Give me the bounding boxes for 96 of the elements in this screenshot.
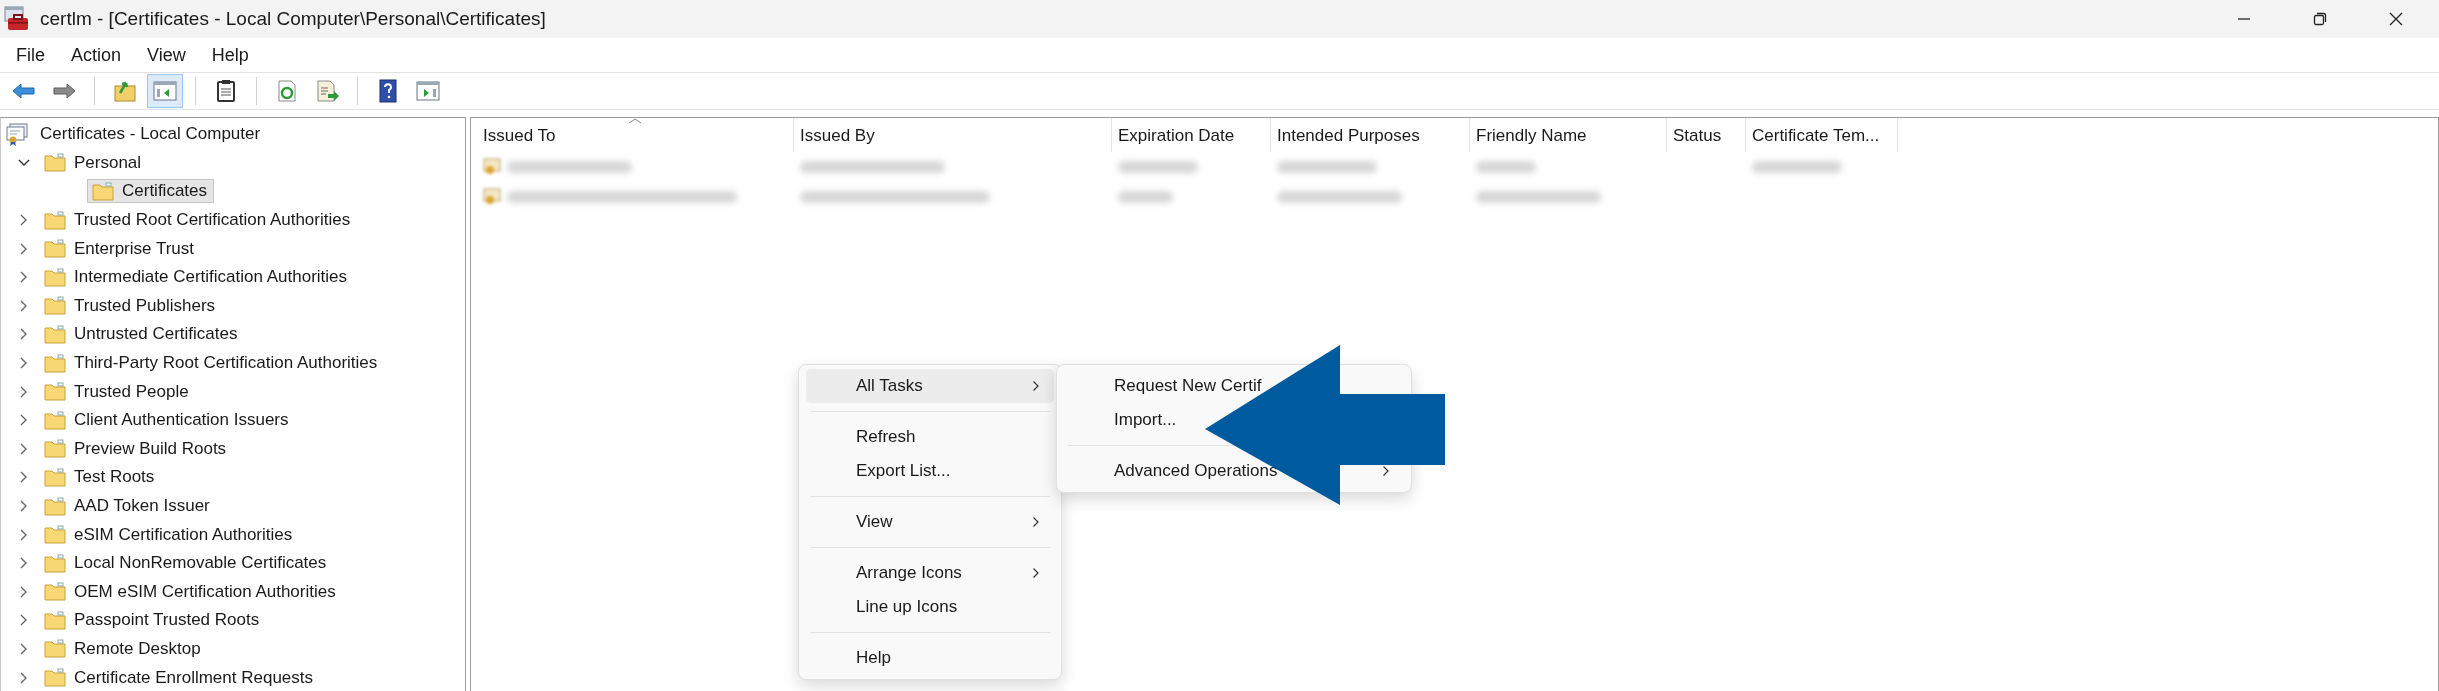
chevron-right-icon[interactable] (19, 241, 29, 256)
chevron-right-icon (1032, 567, 1040, 579)
menu-item[interactable]: Help (211, 44, 249, 66)
tree-item[interactable]: Client Authentication Issuers (39, 408, 296, 433)
redacted-text (1118, 191, 1173, 203)
folder-icon (44, 353, 66, 373)
folder-icon (44, 267, 66, 287)
folder-icon (44, 553, 66, 573)
certificate-icon (483, 158, 503, 176)
menu-item[interactable]: Help (806, 641, 1054, 675)
chevron-right-icon[interactable] (19, 413, 29, 428)
chevron-right-icon[interactable] (19, 527, 29, 542)
menu-item[interactable]: Import... (1064, 403, 1181, 437)
menu-item[interactable]: Action (71, 44, 122, 66)
tree-item[interactable]: Trusted Publishers (39, 293, 223, 318)
tree-item[interactable]: Intermediate Certification Authorities (39, 265, 355, 290)
menu-item[interactable]: View (806, 505, 1054, 539)
folder-icon (44, 210, 66, 230)
chevron-down-icon[interactable] (17, 157, 31, 168)
tree-item[interactable]: Local NonRemovable Certificates (39, 551, 334, 576)
certificate-icon (483, 188, 503, 206)
folder-icon (44, 610, 66, 630)
column-header[interactable]: Certificate Tem... (1746, 118, 1898, 152)
certificate-store-icon (5, 122, 29, 147)
chevron-right-icon (1032, 516, 1040, 528)
folder-icon (44, 496, 66, 516)
folder-icon (44, 296, 66, 316)
chevron-right-icon[interactable] (19, 441, 29, 456)
close-icon[interactable] (2389, 12, 2403, 26)
menu-item[interactable]: Request New Certif (1064, 369, 1266, 403)
tree-item[interactable]: Preview Build Roots (39, 436, 234, 461)
folder-icon (44, 239, 66, 259)
chevron-right-icon[interactable] (19, 499, 29, 513)
folder-icon (44, 439, 66, 459)
chevron-right-icon (1032, 380, 1040, 392)
folder-icon (44, 324, 66, 344)
folder-icon (44, 153, 66, 173)
folder-icon (44, 668, 66, 688)
chevron-right-icon[interactable] (19, 384, 29, 399)
menu-item[interactable]: Arrange Icons (806, 556, 1054, 590)
tree-item[interactable]: Untrusted Certificates (39, 322, 245, 347)
chevron-right-icon[interactable] (19, 470, 29, 485)
folder-up-icon (112, 79, 138, 103)
toolbox-icon (4, 6, 30, 32)
menu-item[interactable]: View (147, 44, 186, 66)
column-header[interactable]: Status (1667, 118, 1746, 152)
chevron-right-icon[interactable] (19, 670, 29, 685)
folder-icon (44, 382, 66, 402)
tree-item[interactable]: Trusted People (39, 379, 196, 404)
folder-icon (44, 639, 66, 659)
chevron-right-icon[interactable] (19, 356, 29, 371)
tree-item[interactable]: Certificate Enrollment Requests (39, 665, 321, 690)
chevron-right-icon[interactable] (19, 213, 29, 228)
tree-item[interactable]: Third-Party Root Certification Authorities (39, 351, 385, 376)
menu-item[interactable]: Advanced Operations (1064, 454, 1404, 488)
column-header[interactable]: Friendly Name (1470, 118, 1667, 152)
tree-item[interactable]: Enterprise Trust (39, 236, 201, 261)
column-header[interactable]: Expiration Date (1112, 118, 1271, 152)
column-header[interactable]: Issued To (477, 118, 794, 152)
pane-icon (152, 79, 178, 103)
folder-icon (92, 182, 114, 201)
tree-toggle-button[interactable] (147, 74, 183, 108)
chevron-right-icon[interactable] (19, 642, 29, 656)
folder-icon (44, 582, 66, 602)
chevron-right-icon (1382, 465, 1390, 477)
menu-item[interactable]: Export List... (806, 454, 1054, 488)
chevron-right-icon[interactable] (19, 584, 29, 599)
export-list-icon (314, 79, 340, 103)
folder-icon (44, 410, 66, 430)
chevron-right-icon[interactable] (19, 556, 29, 571)
window-title: certlm - [Certificates - Local Computer\Personal\Certificates] (40, 8, 546, 30)
folder-icon (44, 467, 66, 487)
tree-item[interactable]: OEM eSIM Certification Authorities (39, 579, 343, 604)
folder-icon (44, 525, 66, 545)
tree-item[interactable]: Personal (39, 150, 149, 175)
chevron-right-icon[interactable] (19, 327, 29, 342)
tree-root[interactable]: Certificates - Local Computer (35, 122, 268, 147)
menu-item[interactable]: File (16, 44, 45, 66)
column-header[interactable]: Intended Purposes (1271, 118, 1470, 152)
column-header[interactable]: Issued By (794, 118, 1112, 152)
tree-item[interactable]: eSIM Certification Authorities (39, 522, 300, 547)
tree-item[interactable]: Certificates (87, 179, 215, 204)
redacted-text (1476, 161, 1536, 173)
tree-item[interactable]: Test Roots (39, 465, 162, 490)
menu-item[interactable]: All Tasks (806, 369, 1054, 403)
restore-icon[interactable] (2313, 12, 2327, 26)
menu-item[interactable]: Line up Icons (806, 590, 1054, 624)
tree-item[interactable]: Trusted Root Certification Authorities (39, 208, 358, 233)
chevron-right-icon[interactable] (19, 298, 29, 313)
pane-icon (415, 79, 441, 103)
tree-item[interactable]: AAD Token Issuer (39, 494, 217, 518)
menu-item[interactable]: Refresh (806, 420, 1054, 454)
chevron-right-icon[interactable] (19, 613, 29, 628)
chevron-right-icon[interactable] (19, 270, 29, 285)
tree-item[interactable]: Remote Desktop (39, 637, 208, 661)
tree-item[interactable]: Passpoint Trusted Roots (39, 608, 267, 633)
